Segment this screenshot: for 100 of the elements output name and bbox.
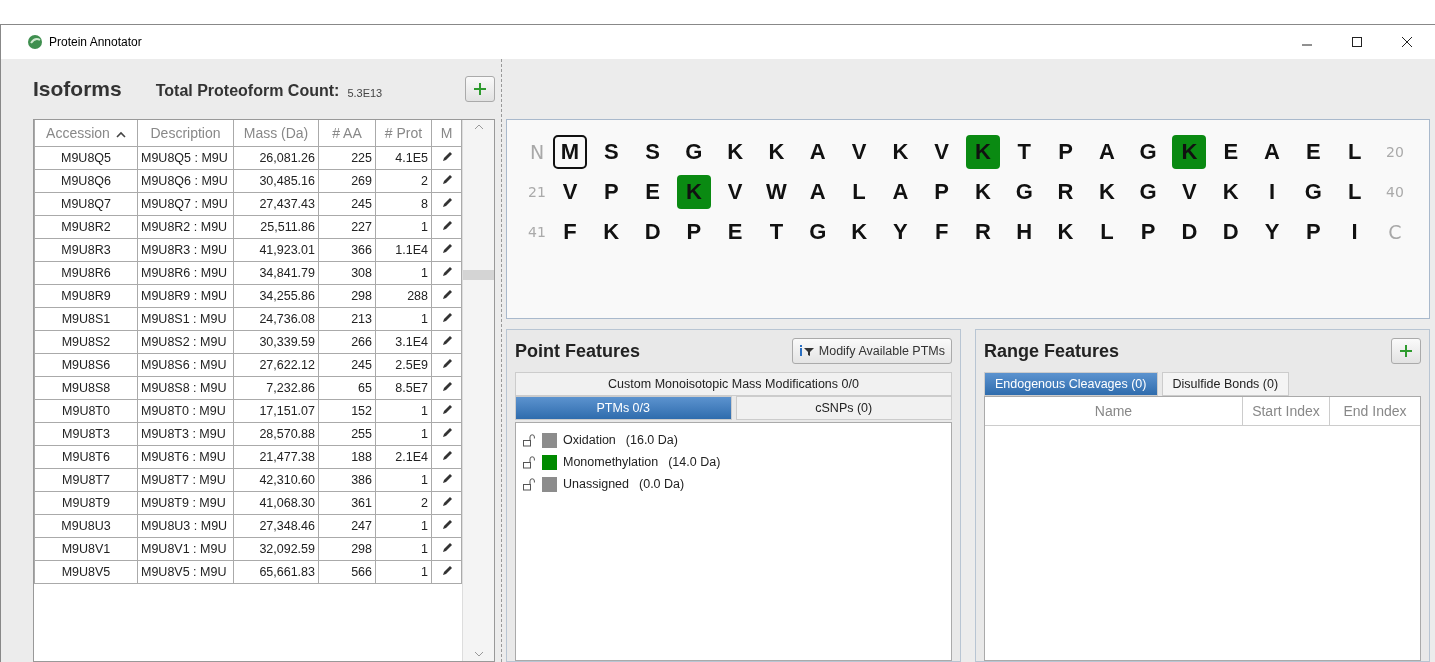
residue-letter[interactable]: G <box>676 135 711 169</box>
column-header[interactable]: Name <box>985 397 1243 425</box>
residue-letter[interactable]: F <box>553 215 587 249</box>
column-header[interactable]: # AA <box>318 120 376 147</box>
pencil-icon[interactable] <box>440 426 453 439</box>
residue-letter[interactable]: E <box>718 215 753 249</box>
column-header[interactable]: End Index <box>1330 397 1420 425</box>
close-icon[interactable] <box>1401 36 1413 48</box>
pencil-icon[interactable] <box>440 173 453 186</box>
pencil-icon[interactable] <box>440 403 453 416</box>
residue-letter[interactable]: H <box>1007 215 1042 249</box>
residue-letter[interactable]: K <box>1172 135 1207 169</box>
add-button[interactable] <box>1391 338 1421 364</box>
pencil-icon[interactable] <box>440 472 453 485</box>
maximize-icon[interactable] <box>1351 36 1363 48</box>
pencil-icon[interactable] <box>440 541 453 554</box>
modify-ptms-button[interactable]: Modify Available PTMs <box>791 338 952 364</box>
residue-letter[interactable]: A <box>800 135 835 169</box>
residue-letter[interactable]: A <box>1089 135 1124 169</box>
residue-letter[interactable]: K <box>676 175 711 209</box>
residue-letter[interactable]: V <box>924 135 959 169</box>
pencil-icon[interactable] <box>440 449 453 462</box>
residue-letter[interactable]: K <box>883 135 918 169</box>
column-header[interactable]: Start Index <box>1243 397 1330 425</box>
scroll-up-icon[interactable] <box>473 124 484 130</box>
residue-letter[interactable]: G <box>1131 175 1166 209</box>
residue-letter[interactable]: K <box>1089 175 1124 209</box>
residue-letter[interactable]: V <box>718 175 753 209</box>
residue-letter[interactable]: I <box>1337 215 1372 249</box>
residue-letter[interactable]: S <box>635 135 670 169</box>
column-header[interactable]: # Prot <box>375 120 432 147</box>
pencil-icon[interactable] <box>440 334 453 347</box>
pencil-icon[interactable] <box>440 380 453 393</box>
column-header[interactable]: Description <box>137 120 234 147</box>
pencil-icon[interactable] <box>440 242 453 255</box>
pencil-icon[interactable] <box>440 265 453 278</box>
residue-letter[interactable]: L <box>1337 175 1372 209</box>
residue-letter[interactable]: K <box>965 175 1000 209</box>
residue-letter[interactable]: S <box>594 135 629 169</box>
pencil-icon[interactable] <box>440 564 453 577</box>
column-header[interactable]: M <box>431 120 462 147</box>
unlock-icon[interactable] <box>522 433 536 447</box>
column-header[interactable]: Accession <box>34 120 138 147</box>
residue-letter[interactable]: T <box>759 215 794 249</box>
pencil-icon[interactable] <box>440 150 453 163</box>
pencil-icon[interactable] <box>440 219 453 232</box>
scrollbar-thumb[interactable] <box>463 270 494 280</box>
residue-letter[interactable]: D <box>1213 215 1248 249</box>
residue-letter[interactable]: P <box>1296 215 1331 249</box>
residue-letter[interactable]: T <box>1007 135 1042 169</box>
residue-letter[interactable]: L <box>842 175 877 209</box>
unlock-icon[interactable] <box>522 477 536 491</box>
residue-letter[interactable]: A <box>1255 135 1290 169</box>
residue-letter[interactable]: G <box>1007 175 1042 209</box>
residue-letter[interactable]: W <box>759 175 794 209</box>
column-header[interactable]: Mass (Da) <box>233 120 319 147</box>
residue-letter[interactable]: K <box>594 215 629 249</box>
custom-modifications-tab[interactable]: Custom Monoisotopic Mass Modifications 0/0 <box>515 372 952 396</box>
pencil-icon[interactable] <box>440 288 453 301</box>
residue-letter[interactable]: R <box>965 215 1000 249</box>
tab[interactable]: Endogenous Cleavages (0) <box>984 372 1158 396</box>
residue-letter[interactable]: K <box>718 135 753 169</box>
residue-letter[interactable]: K <box>759 135 794 169</box>
tab[interactable]: PTMs 0/3 <box>515 396 732 420</box>
residue-letter[interactable]: P <box>594 175 629 209</box>
add-button[interactable] <box>465 76 495 102</box>
pencil-icon[interactable] <box>440 357 453 370</box>
residue-letter[interactable]: V <box>553 175 587 209</box>
residue-letter[interactable]: V <box>842 135 877 169</box>
residue-letter[interactable]: Y <box>883 215 918 249</box>
residue-letter[interactable]: F <box>924 215 959 249</box>
residue-letter[interactable]: L <box>1337 135 1372 169</box>
residue-letter[interactable]: K <box>1048 215 1083 249</box>
residue-letter[interactable]: K <box>842 215 877 249</box>
residue-letter[interactable]: P <box>676 215 711 249</box>
residue-letter[interactable]: K <box>1213 175 1248 209</box>
pencil-icon[interactable] <box>440 495 453 508</box>
residue-letter[interactable]: G <box>1131 135 1166 169</box>
residue-letter[interactable]: I <box>1255 175 1290 209</box>
residue-letter[interactable]: R <box>1048 175 1083 209</box>
pencil-icon[interactable] <box>440 518 453 531</box>
residue-letter[interactable]: A <box>883 175 918 209</box>
residue-letter[interactable]: D <box>1172 215 1207 249</box>
residue-letter[interactable]: L <box>1089 215 1124 249</box>
tab[interactable]: Disulfide Bonds (0) <box>1161 372 1290 396</box>
residue-letter[interactable]: G <box>1296 175 1331 209</box>
residue-letter[interactable]: P <box>1048 135 1083 169</box>
unlock-icon[interactable] <box>522 455 536 469</box>
scrollbar[interactable] <box>462 120 494 661</box>
residue-letter[interactable]: G <box>800 215 835 249</box>
residue-letter[interactable]: M <box>553 135 587 169</box>
residue-letter[interactable]: P <box>924 175 959 209</box>
pencil-icon[interactable] <box>440 196 453 209</box>
residue-letter[interactable]: Y <box>1255 215 1290 249</box>
tab[interactable]: cSNPs (0) <box>735 396 952 420</box>
scroll-down-icon[interactable] <box>473 651 484 657</box>
residue-letter[interactable]: E <box>1213 135 1248 169</box>
pencil-icon[interactable] <box>440 311 453 324</box>
residue-letter[interactable]: A <box>800 175 835 209</box>
residue-letter[interactable]: V <box>1172 175 1207 209</box>
